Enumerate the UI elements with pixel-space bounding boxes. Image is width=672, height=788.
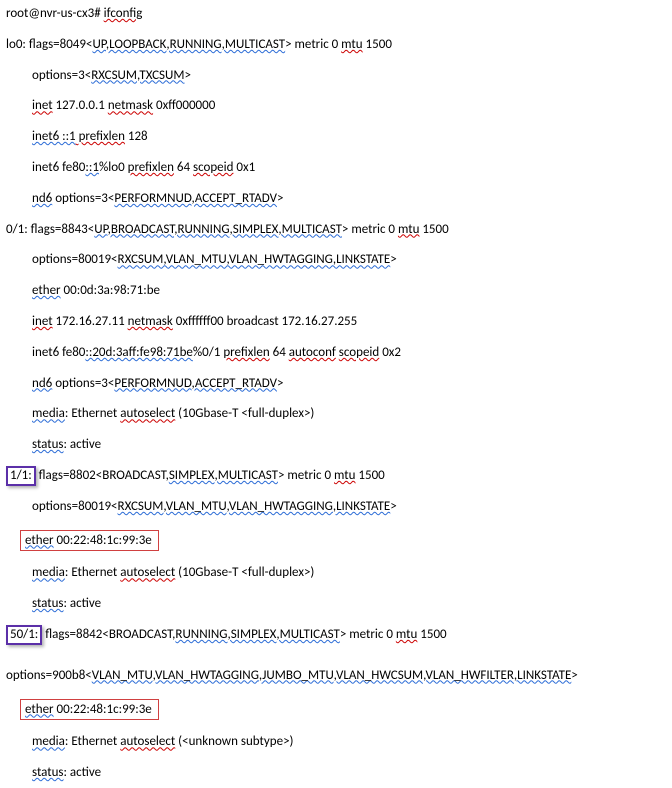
prompt: root@nvr-us-cx3# [6, 6, 101, 21]
prompt-line: root@nvr-us-cx3# ifconfig [6, 4, 666, 25]
if11-tag-box: 1/1: [6, 466, 36, 486]
if01-status: status: active [32, 435, 666, 456]
if501-options: options=900b8<VLAN_MTU,VLAN_HWTAGGING,JU… [6, 666, 666, 687]
if01-inet6: inet6 fe80::20d:3aff:fe98:71be%0/1 prefi… [32, 343, 666, 364]
if01-header: 0/1: flags=8843<UP,BROADCAST,RUNNING,SIM… [6, 220, 666, 241]
if11-options: options=80019<RXCSUM,VLAN_MTU,VLAN_HWTAG… [32, 497, 666, 518]
command: ifconfig [104, 6, 143, 21]
if01-ether: ether 00:0d:3a:98:71:be [32, 281, 666, 302]
if501-header: 50/1: flags=8842<BROADCAST,RUNNING,SIMPL… [6, 625, 666, 646]
lo0-inet: inet 127.0.0.1 netmask 0xff000000 [32, 96, 666, 117]
lo0-inet6-b: inet6 fe80::1%lo0 prefixlen 64 scopeid 0… [32, 158, 666, 179]
lo0-options: options=3<RXCSUM,TXCSUM> [32, 66, 666, 87]
if501-ether-box-row: ether 00:22:48:1c:99:3e [6, 699, 666, 721]
if11-media: media: Ethernet autoselect (10Gbase-T <f… [32, 563, 666, 584]
if01-media: media: Ethernet autoselect (10Gbase-T <f… [32, 404, 666, 425]
if501-tag-box: 50/1: [6, 625, 42, 645]
if501-status: status: active [32, 763, 666, 784]
if11-ether-box: ether 00:22:48:1c:99:3e [20, 530, 159, 552]
if01-inet: inet 172.16.27.11 netmask 0xffffff00 bro… [32, 312, 666, 333]
lo0-nd6: nd6 options=3<PERFORMNUD,ACCEPT_RTADV> [32, 189, 666, 210]
if501-media: media: Ethernet autoselect (<unknown sub… [32, 732, 666, 753]
if11-header: 1/1: flags=8802<BROADCAST,SIMPLEX,MULTIC… [6, 466, 666, 487]
if01-options: options=80019<RXCSUM,VLAN_MTU,VLAN_HWTAG… [32, 250, 666, 271]
lo0-inet6-a: inet6 ::1 prefixlen 128 [32, 127, 666, 148]
if01-nd6: nd6 options=3<PERFORMNUD,ACCEPT_RTADV> [32, 374, 666, 395]
if501-ether-box: ether 00:22:48:1c:99:3e [20, 699, 159, 721]
lo0-header: lo0: flags=8049<UP,LOOPBACK,RUNNING,MULT… [6, 35, 666, 56]
if11-ether-box-row: ether 00:22:48:1c:99:3e [6, 530, 666, 552]
if11-status: status: active [32, 594, 666, 615]
